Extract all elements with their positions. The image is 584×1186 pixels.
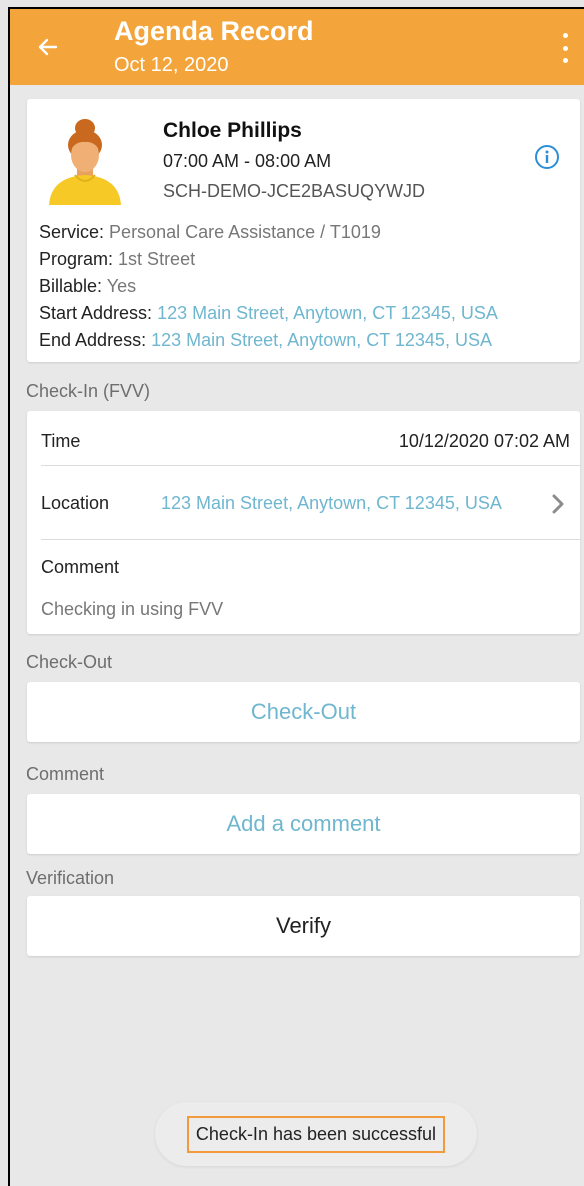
arrow-left-icon <box>38 38 58 56</box>
back-button[interactable] <box>34 33 62 61</box>
app-bar: Agenda Record Oct 12, 2020 <box>10 9 584 85</box>
end-address-line: End Address: 123 Main Street, Anytown, C… <box>39 327 498 354</box>
page-date: Oct 12, 2020 <box>114 54 229 76</box>
billable-label: Billable: <box>39 276 103 296</box>
client-card: Chloe Phillips 07:00 AM - 08:00 AM SCH-D… <box>27 99 580 362</box>
info-circle-icon[interactable] <box>534 144 560 170</box>
chevron-right-icon[interactable] <box>550 493 566 515</box>
billable-value: Yes <box>106 276 137 296</box>
start-address-label: Start Address: <box>39 303 153 323</box>
divider <box>41 539 580 540</box>
start-address-line: Start Address: 123 Main Street, Anytown,… <box>39 300 498 327</box>
billable-line: Billable: Yes <box>39 273 498 300</box>
more-menu-button[interactable] <box>558 33 572 63</box>
verification-section-label: Verification <box>26 868 115 888</box>
checkin-card: Time 10/12/2020 07:02 AM Location 123 Ma… <box>27 411 580 634</box>
verify-button[interactable]: Verify <box>27 896 580 956</box>
start-address-link[interactable]: 123 Main Street, Anytown, CT 12345, USA <box>157 303 498 323</box>
end-address-label: End Address: <box>39 330 147 350</box>
app-screen: Agenda Record Oct 12, 2020 Chloe Phillip… <box>8 7 584 1186</box>
program-value: 1st Street <box>118 249 196 269</box>
client-details: Service: Personal Care Assistance / T101… <box>39 219 498 354</box>
comment-section-label: Comment <box>26 764 105 784</box>
checkin-comment-label: Comment <box>41 557 120 577</box>
page-title: Agenda Record <box>114 16 314 46</box>
checkin-section-label: Check-In (FVV) <box>26 381 151 401</box>
checkin-location-link[interactable]: 123 Main Street, Anytown, CT 12345, USA <box>161 493 502 514</box>
checkout-section-label: Check-Out <box>26 652 113 672</box>
toast-notification: Check-In has been successful <box>155 1102 477 1166</box>
end-address-link[interactable]: 123 Main Street, Anytown, CT 12345, USA <box>151 330 492 350</box>
avatar <box>49 119 121 205</box>
toast-message: Check-In has been successful <box>186 1115 446 1153</box>
service-value: Personal Care Assistance / T1019 <box>109 222 381 242</box>
program-label: Program: <box>39 249 114 269</box>
client-name: Chloe Phillips <box>163 119 302 142</box>
program-line: Program: 1st Street <box>39 246 498 273</box>
menu-dot <box>562 58 568 63</box>
schedule-code: SCH-DEMO-JCE2BASUQYWJD <box>163 181 426 201</box>
checkout-button[interactable]: Check-Out <box>27 682 580 742</box>
add-comment-button[interactable]: Add a comment <box>27 794 580 854</box>
client-time-range: 07:00 AM - 08:00 AM <box>163 151 332 171</box>
more-vertical-icon <box>562 33 568 38</box>
checkin-time-value: 10/12/2020 07:02 AM <box>398 431 570 451</box>
service-label: Service: <box>39 222 105 242</box>
service-line: Service: Personal Care Assistance / T101… <box>39 219 498 246</box>
divider <box>41 465 580 466</box>
menu-dot <box>562 45 568 51</box>
checkin-comment-text: Checking in using FVV <box>41 599 224 619</box>
